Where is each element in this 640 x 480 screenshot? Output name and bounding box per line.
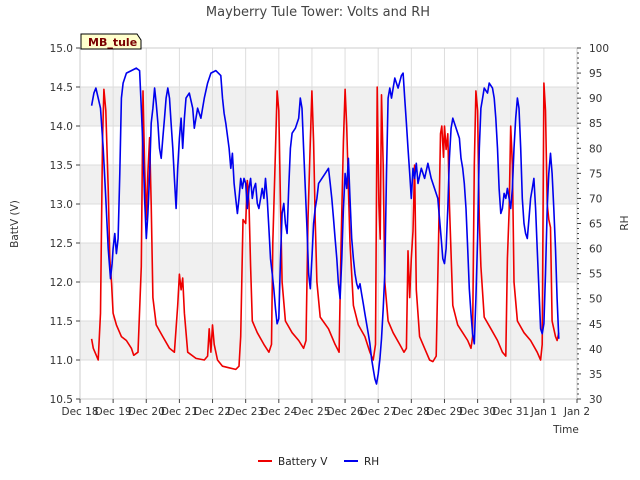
x-tick-label: Jan 2 [563, 406, 590, 418]
x-tick-label: Dec 22 [194, 406, 231, 418]
left-tick-label: 14.0 [50, 121, 73, 133]
chart: Mayberry Tule Tower: Volts and RH Dec 18… [9, 5, 631, 468]
site-badge-label: MB_tule [88, 36, 137, 49]
right-tick-label: 45 [589, 319, 602, 331]
site-badge: MB_tule [80, 33, 142, 50]
x-tick-label: Dec 23 [227, 406, 264, 418]
left-tick-label: 12.5 [50, 238, 73, 250]
x-tick-label: Dec 26 [327, 406, 364, 418]
right-tick-label: 75 [589, 168, 602, 180]
left-tick-label: 13.5 [50, 160, 73, 172]
right-tick-label: 30 [589, 394, 602, 406]
left-tick-label: 13.0 [50, 199, 73, 211]
x-tick-label: Dec 29 [426, 406, 463, 418]
background-band [80, 321, 577, 360]
x-tick-label: Jan 1 [530, 406, 557, 418]
left-axis-ticks: 10.5 11.0 11.5 12.0 12.5 13.0 13.5 14.0 14.5 15.0 [50, 43, 80, 406]
x-axis-label: Time [552, 424, 579, 436]
x-tick-label: Dec 28 [393, 406, 430, 418]
left-tick-label: 11.0 [50, 355, 73, 367]
legend: Battery V RH [258, 456, 379, 468]
right-axis-ticks: 30 35 40 45 50 55 60 65 70 75 80 85 90 95 100 [577, 43, 609, 406]
background-band [80, 243, 577, 282]
x-tick-label: Dec 24 [260, 406, 297, 418]
right-tick-label: 50 [589, 294, 602, 306]
left-tick-label: 12.0 [50, 277, 73, 289]
plot-background-bands [80, 87, 577, 360]
x-tick-label: Dec 19 [95, 406, 132, 418]
left-tick-label: 11.5 [50, 316, 73, 328]
x-axis-ticks: Dec 18Dec 19Dec 20Dec 21Dec 22Dec 23Dec … [61, 399, 590, 418]
right-tick-label: 85 [589, 118, 602, 130]
left-tick-label: 10.5 [50, 394, 73, 406]
left-axis-label: BattV (V) [9, 200, 21, 248]
right-tick-label: 95 [589, 68, 602, 80]
x-tick-label: Dec 18 [61, 406, 98, 418]
legend-label-rh: RH [364, 456, 379, 468]
chart-title: Mayberry Tule Tower: Volts and RH [206, 5, 430, 20]
right-tick-label: 40 [589, 344, 602, 356]
right-tick-label: 100 [589, 43, 609, 55]
legend-label-battery: Battery V [278, 456, 328, 468]
right-tick-label: 55 [589, 269, 602, 281]
left-tick-label: 15.0 [50, 43, 73, 55]
right-tick-label: 90 [589, 93, 602, 105]
right-axis-label: RH [619, 215, 631, 230]
left-tick-label: 14.5 [50, 82, 73, 94]
x-tick-label: Dec 30 [459, 406, 496, 418]
right-tick-label: 70 [589, 193, 602, 205]
x-tick-label: Dec 27 [360, 406, 397, 418]
right-tick-label: 35 [589, 369, 602, 381]
right-tick-label: 60 [589, 244, 602, 256]
right-tick-label: 80 [589, 143, 602, 155]
x-tick-label: Dec 31 [492, 406, 529, 418]
right-tick-label: 65 [589, 219, 602, 231]
x-tick-label: Dec 25 [293, 406, 330, 418]
x-tick-label: Dec 20 [128, 406, 165, 418]
x-tick-label: Dec 21 [161, 406, 198, 418]
